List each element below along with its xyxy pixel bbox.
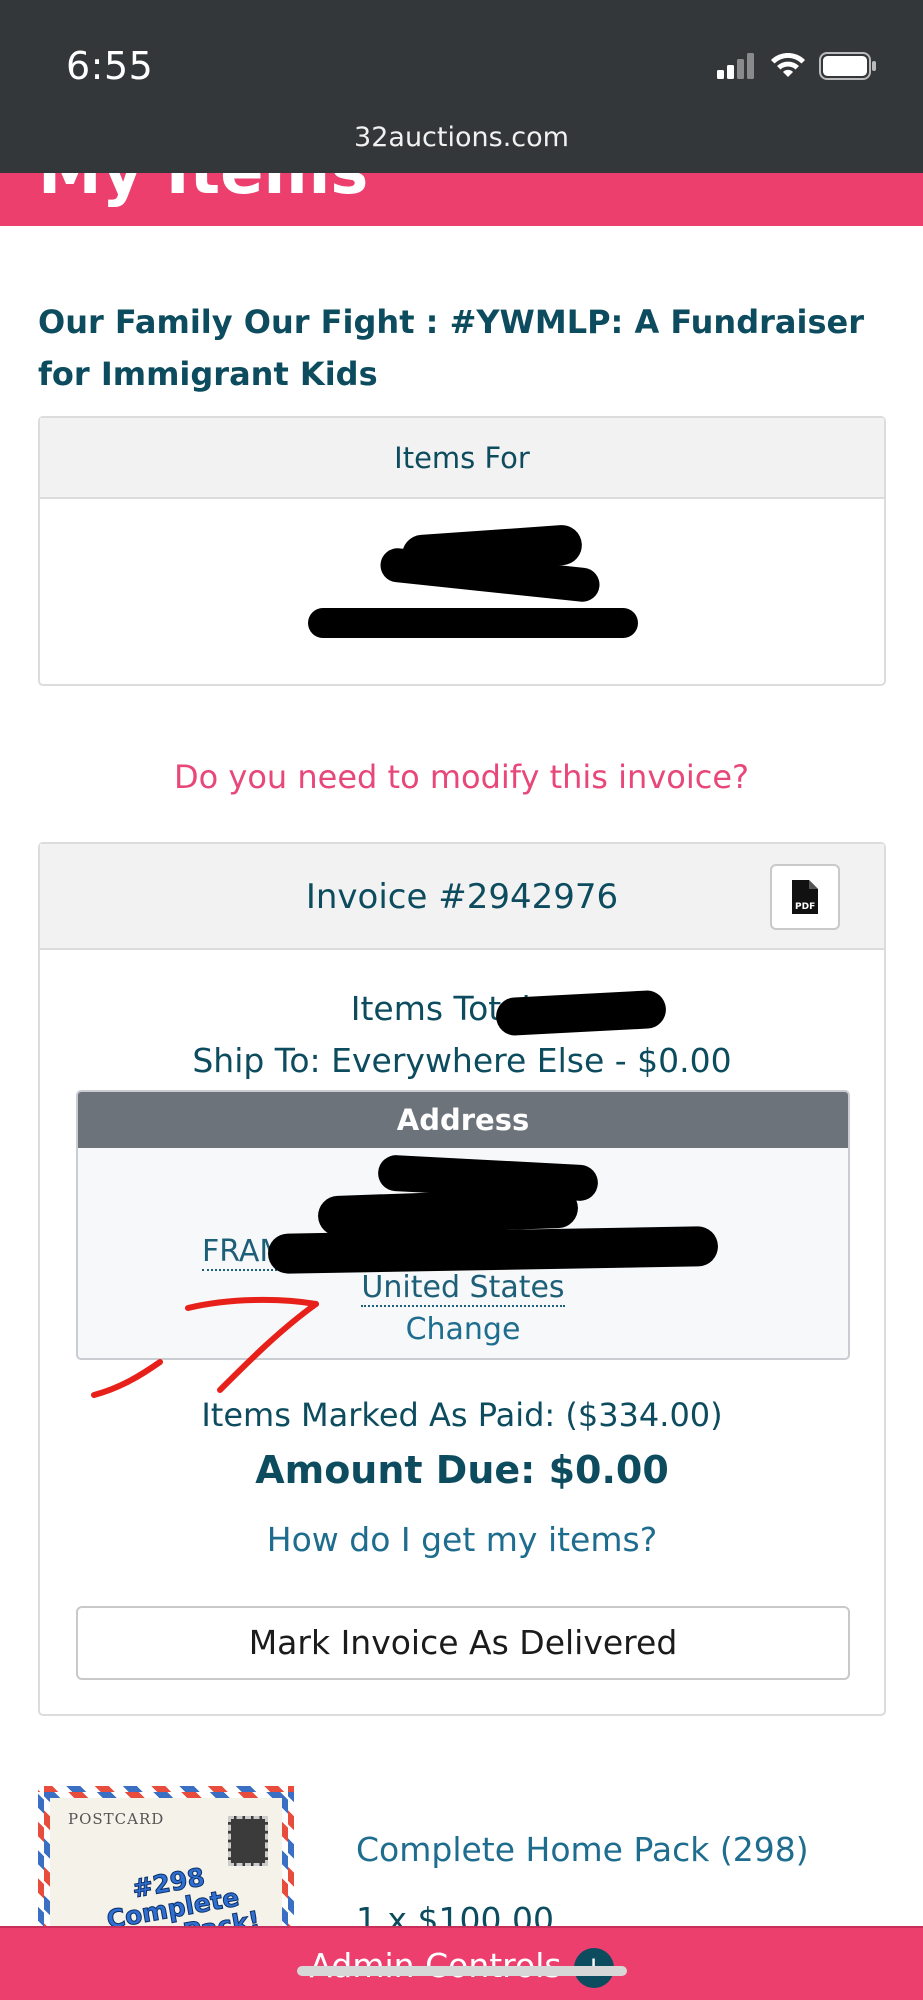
annotation-arrow-icon <box>91 1296 319 1398</box>
ship-to: Ship To: Everywhere Else - $0.00 <box>192 1041 732 1080</box>
postcard-label: POSTCARD <box>68 1810 165 1828</box>
mark-delivered-button[interactable]: Mark Invoice As Delivered <box>76 1606 850 1680</box>
redaction-mark <box>267 1226 719 1274</box>
pdf-download-button[interactable]: PDF <box>770 864 840 930</box>
event-title: Our Family Our Fight : #YWMLP: A Fundrai… <box>38 303 864 393</box>
pdf-icon: PDF <box>792 880 818 914</box>
pdf-label: PDF <box>795 902 815 912</box>
address-bar-url[interactable]: 32auctions.com <box>0 122 923 153</box>
status-time: 6:55 <box>66 44 154 88</box>
redaction-mark <box>308 608 638 638</box>
invoice-header: Invoice #2942976 PDF <box>40 844 884 950</box>
admin-controls-bar[interactable]: Admin Controls! <box>0 1926 923 2000</box>
invoice-number: Invoice #2942976 <box>305 877 619 917</box>
page-header: My Items <box>0 173 923 226</box>
page-title: My Items <box>38 173 368 209</box>
amount-due: Amount Due: $0.00 <box>255 1448 669 1492</box>
item-title-link[interactable]: Complete Home Pack (298) <box>356 1830 809 1869</box>
address-heading: Address <box>78 1092 848 1148</box>
status-icons <box>717 52 877 80</box>
modify-invoice-link[interactable]: Do you need to modify this invoice? <box>0 758 923 796</box>
items-total: Items Total: $ <box>350 989 574 1028</box>
signal-icon <box>717 53 754 79</box>
redaction-mark <box>495 989 667 1037</box>
items-for-card: Items For Lis <box>38 416 886 686</box>
browser-status-bar: 6:55 32auctions.com <box>0 0 923 173</box>
home-indicator <box>297 1966 627 1976</box>
wifi-icon <box>771 53 805 77</box>
items-for-heading: Items For <box>40 418 884 499</box>
how-get-items-link[interactable]: How do I get my items? <box>40 1520 884 1559</box>
invoice-card: Invoice #2942976 PDF Items Total: $ Ship… <box>38 842 886 1716</box>
battery-icon <box>819 52 876 80</box>
